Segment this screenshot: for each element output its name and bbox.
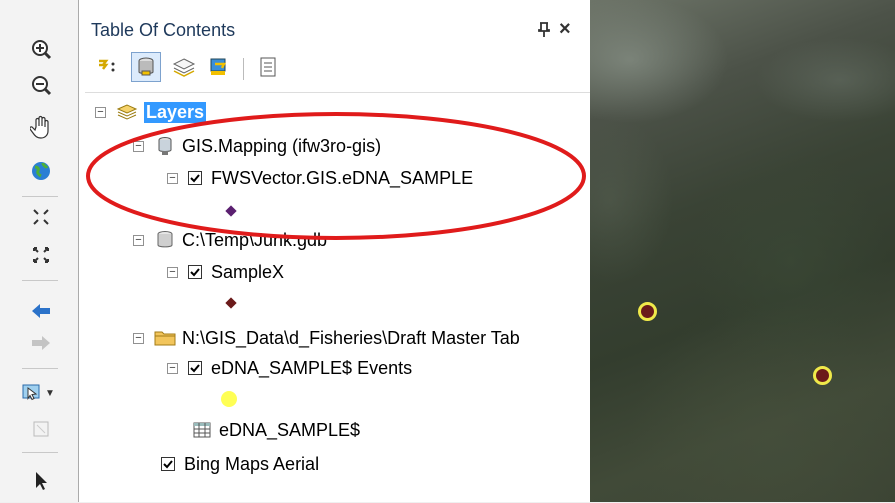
tree-node-gis-mapping[interactable]: − GIS.Mapping (ifw3ro-gis) (133, 133, 381, 159)
options-button[interactable] (253, 52, 283, 82)
map-point-feature[interactable] (638, 302, 657, 321)
tree-label-edna-table: eDNA_SAMPLE$ (219, 419, 361, 440)
pointer-arrow-icon (36, 472, 47, 490)
collapse-toggle[interactable]: − (95, 106, 106, 118)
collapse-toggle[interactable]: − (133, 332, 144, 344)
collapse-toggle[interactable]: − (133, 234, 144, 246)
zoom-in-icon (32, 40, 52, 60)
tree-label-fwsvector: FWSVector.GIS.eDNA_SAMPLE (211, 167, 474, 188)
collapse-toggle[interactable]: − (167, 266, 178, 278)
point-symbol-purple (225, 205, 237, 217)
globe-icon (32, 162, 50, 180)
collapse-toggle[interactable]: − (167, 362, 178, 374)
map-view[interactable] (590, 0, 895, 502)
fixed-zoom-in-tool[interactable] (26, 202, 56, 232)
clear-selection-tool[interactable] (26, 414, 56, 444)
toc-toolbar (79, 48, 590, 90)
layer-visibility-checkbox[interactable] (161, 457, 175, 471)
pin-icon[interactable] (537, 22, 551, 43)
tree-label-edna-events: eDNA_SAMPLE$ Events (211, 357, 413, 378)
tree-node-edna-table[interactable]: eDNA_SAMPLE$ (191, 417, 360, 443)
fixed-zoom-out-tool[interactable] (26, 240, 56, 270)
layers-folder-icon (116, 101, 138, 123)
tree-label-bing-maps: Bing Maps Aerial (184, 453, 320, 474)
full-extent-tool[interactable] (26, 156, 56, 186)
arrow-right-icon (32, 336, 50, 350)
tree-node-junk-gdb[interactable]: − C:\Temp\Junk.gdb (133, 227, 327, 253)
clear-selection-icon (33, 421, 49, 437)
tree-node-layers[interactable]: − Layers (95, 99, 207, 125)
tree-label-samplex: SampleX (211, 261, 285, 282)
tree-node-bing-maps[interactable]: Bing Maps Aerial (161, 451, 319, 477)
tree-label-layers: Layers (144, 101, 207, 123)
layers-stack-icon (172, 58, 196, 77)
drawing-order-icon (99, 59, 115, 72)
zoom-in-tool[interactable] (26, 34, 56, 64)
arrow-left-icon (32, 304, 50, 318)
folder-icon (154, 327, 176, 349)
collapse-toggle[interactable]: − (133, 140, 144, 152)
tree-label-fisheries-folder: N:\GIS_Data\d_Fisheries\Draft Master Tab (182, 327, 520, 348)
forward-extent-tool[interactable] (26, 328, 56, 358)
map-point-feature[interactable] (813, 366, 832, 385)
select-features-icon (22, 384, 40, 401)
tree-node-fisheries-folder[interactable]: − N:\GIS_Data\d_Fisheries\Draft Master T… (133, 325, 520, 351)
table-icon (191, 419, 213, 441)
tree-node-edna-events-layer[interactable]: − eDNA_SAMPLE$ Events (167, 355, 412, 381)
zoom-out-tool[interactable] (26, 70, 56, 100)
list-by-selection-button[interactable] (205, 52, 235, 82)
layer-visibility-checkbox[interactable] (188, 265, 202, 279)
select-features-tool[interactable]: ▼ (18, 378, 58, 408)
layer-visibility-checkbox[interactable] (188, 361, 202, 375)
back-extent-tool[interactable] (26, 296, 56, 326)
layer-visibility-checkbox[interactable] (188, 171, 202, 185)
fixed-zoom-in-icon (33, 209, 49, 225)
zoom-out-icon (32, 76, 52, 96)
chevron-down-icon: ▼ (45, 387, 55, 399)
layers-tree: − Layers − GIS.Mapping (ifw3ro-gis) − FW… (85, 92, 590, 503)
collapse-toggle[interactable]: − (167, 172, 178, 184)
close-icon[interactable]: × (559, 18, 571, 41)
tree-node-samplex-layer[interactable]: − SampleX (167, 259, 284, 285)
panel-title: Table Of Contents (91, 20, 236, 40)
list-by-source-button[interactable] (131, 52, 161, 82)
database-connection-icon (154, 135, 176, 157)
list-by-drawing-order-button[interactable] (95, 52, 125, 82)
tree-node-fwsvector-layer[interactable]: − FWSVector.GIS.eDNA_SAMPLE (167, 165, 473, 191)
tree-label-gis-mapping: GIS.Mapping (ifw3ro-gis) (182, 135, 382, 156)
options-list-icon (260, 57, 276, 77)
list-by-visibility-button[interactable] (169, 52, 199, 82)
hand-pan-icon (30, 115, 49, 139)
table-of-contents-panel: Table Of Contents × − Layers − GIS.Mappi… (78, 0, 590, 502)
point-symbol-yellow (221, 391, 237, 407)
select-elements-tool[interactable] (26, 466, 56, 496)
tree-label-junk-gdb: C:\Temp\Junk.gdb (182, 229, 328, 250)
selection-list-icon (210, 58, 227, 75)
pan-tool[interactable] (26, 112, 56, 142)
tools-toolbar: ▼ (0, 0, 79, 502)
fixed-zoom-out-icon (33, 247, 49, 263)
database-icon (138, 57, 154, 76)
point-symbol-darkred (225, 297, 237, 309)
geodatabase-icon (154, 229, 176, 251)
